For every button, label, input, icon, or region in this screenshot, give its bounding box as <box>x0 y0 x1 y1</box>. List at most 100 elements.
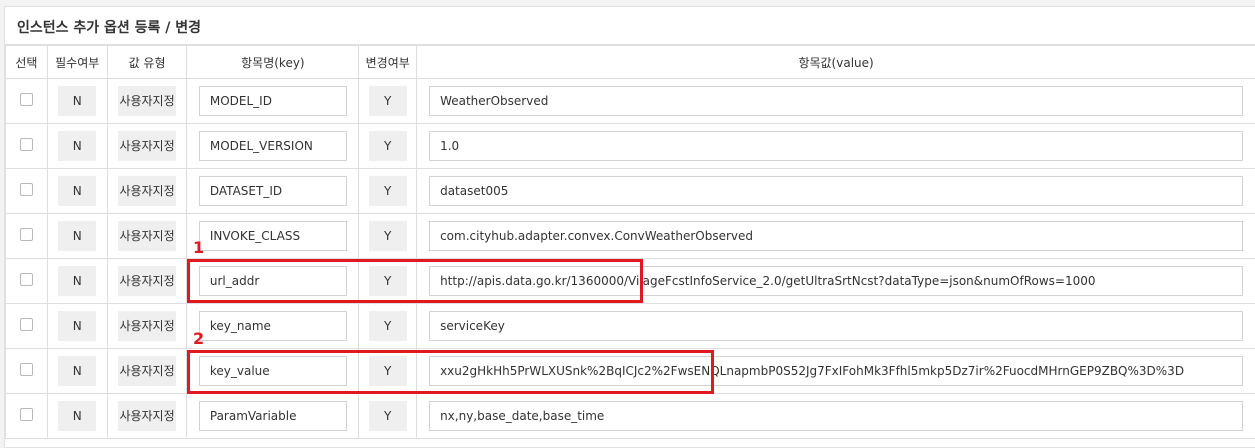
changed-cell: Y <box>359 169 417 214</box>
required-badge: N <box>58 356 96 386</box>
required-badge: N <box>58 131 96 161</box>
value-type-cell: 사용자지정 <box>107 304 187 349</box>
value-type-badge: 사용자지정 <box>118 356 176 386</box>
col-header-key: 항목명(key) <box>187 46 359 79</box>
key-cell: MODEL_ID <box>187 79 359 124</box>
options-panel: 인스턴스 추가 옵션 등록 / 변경 선택 필수여부 값 유형 항목명(key)… <box>4 6 1255 448</box>
required-cell: N <box>47 169 107 214</box>
value-input[interactable]: WeatherObserved <box>429 86 1243 116</box>
changed-badge: Y <box>369 356 407 386</box>
changed-badge: Y <box>369 266 407 296</box>
row-checkbox[interactable] <box>20 138 33 151</box>
row-checkbox[interactable] <box>20 93 33 106</box>
key-cell: url_addr <box>187 259 359 304</box>
value-type-badge: 사용자지정 <box>118 131 176 161</box>
select-cell <box>6 169 48 214</box>
table-header-row: 선택 필수여부 값 유형 항목명(key) 변경여부 항목값(value) <box>6 46 1255 79</box>
value-type-cell: 사용자지정 <box>107 214 187 259</box>
key-cell: INVOKE_CLASS <box>187 214 359 259</box>
table-row: N 사용자지정 DATASET_ID Y dataset005 <box>6 169 1255 214</box>
required-badge: N <box>58 401 96 431</box>
table-row: N 사용자지정 key_value Yxxu2gHkHh5PrWLXUSnk%2BqI… <box>6 349 1255 394</box>
select-cell <box>6 124 48 169</box>
required-cell: N <box>47 304 107 349</box>
required-cell: N <box>47 124 107 169</box>
required-badge: N <box>58 311 96 341</box>
value-cell: xxu2gHkHh5PrWLXUSnk%2BqICJc2%2FwsENQLnap… <box>417 349 1255 394</box>
changed-cell: Y <box>359 124 417 169</box>
value-input[interactable]: xxu2gHkHh5PrWLXUSnk%2BqICJc2%2FwsENQLnap… <box>429 356 1243 386</box>
changed-cell: Y <box>359 304 417 349</box>
value-type-badge: 사용자지정 <box>118 401 176 431</box>
table-row: N 사용자지정 url_addr Yhttp://apis.data.go.kr/13… <box>6 259 1255 304</box>
select-cell <box>6 349 48 394</box>
col-header-value-type: 값 유형 <box>107 46 187 79</box>
panel-title: 인스턴스 추가 옵션 등록 / 변경 <box>17 17 201 37</box>
changed-badge: Y <box>369 401 407 431</box>
value-type-badge: 사용자지정 <box>118 311 176 341</box>
row-checkbox[interactable] <box>20 363 33 376</box>
value-input[interactable]: com.cityhub.adapter.convex.ConvWeatherOb… <box>429 221 1243 251</box>
row-checkbox[interactable] <box>20 273 33 286</box>
select-cell <box>6 259 48 304</box>
value-cell: 1.0 <box>417 124 1255 169</box>
row-checkbox[interactable] <box>20 228 33 241</box>
key-cell: key_value <box>187 349 359 394</box>
changed-cell: Y <box>359 79 417 124</box>
value-type-cell: 사용자지정 <box>107 169 187 214</box>
key-cell: MODEL_VERSION <box>187 124 359 169</box>
key-input[interactable]: MODEL_ID <box>199 86 347 116</box>
value-type-badge: 사용자지정 <box>118 176 176 206</box>
required-badge: N <box>58 266 96 296</box>
value-cell: nx,ny,base_date,base_time <box>417 394 1255 439</box>
annotation-label-1: 1 <box>193 238 204 257</box>
changed-badge: Y <box>369 131 407 161</box>
key-cell: key_name <box>187 304 359 349</box>
value-input[interactable]: serviceKey <box>429 311 1243 341</box>
required-cell: N <box>47 349 107 394</box>
required-badge: N <box>58 176 96 206</box>
table-row: N 사용자지정 MODEL_VERSION Y 1.0 <box>6 124 1255 169</box>
annotation-label-2: 2 <box>193 329 204 348</box>
col-header-changed: 변경여부 <box>359 46 417 79</box>
changed-badge: Y <box>369 311 407 341</box>
select-cell <box>6 79 48 124</box>
changed-badge: Y <box>369 176 407 206</box>
key-input[interactable]: url_addr <box>199 266 347 296</box>
select-cell <box>6 304 48 349</box>
required-cell: N <box>47 79 107 124</box>
changed-badge: Y <box>369 86 407 116</box>
col-header-required: 필수여부 <box>47 46 107 79</box>
row-checkbox[interactable] <box>20 318 33 331</box>
changed-cell: Y <box>359 394 417 439</box>
value-input[interactable]: 1.0 <box>429 131 1243 161</box>
value-type-badge: 사용자지정 <box>118 86 176 116</box>
key-input[interactable]: DATASET_ID <box>199 176 347 206</box>
required-badge: N <box>58 86 96 116</box>
key-input[interactable]: key_name <box>199 311 347 341</box>
key-input[interactable]: MODEL_VERSION <box>199 131 347 161</box>
key-input[interactable]: ParamVariable <box>199 401 347 431</box>
changed-cell: Y <box>359 259 417 304</box>
required-cell: N <box>47 394 107 439</box>
changed-cell: Y <box>359 214 417 259</box>
value-type-cell: 사용자지정 <box>107 124 187 169</box>
value-type-cell: 사용자지정 <box>107 349 187 394</box>
col-header-select: 선택 <box>6 46 48 79</box>
value-input[interactable]: dataset005 <box>429 176 1243 206</box>
col-header-value: 항목값(value) <box>417 46 1255 79</box>
value-type-cell: 사용자지정 <box>107 394 187 439</box>
value-type-cell: 사용자지정 <box>107 259 187 304</box>
key-input[interactable]: INVOKE_CLASS <box>199 221 347 251</box>
value-cell: dataset005 <box>417 169 1255 214</box>
key-cell: DATASET_ID <box>187 169 359 214</box>
key-input[interactable]: key_value <box>199 356 347 386</box>
row-checkbox[interactable] <box>20 183 33 196</box>
value-cell: http://apis.data.go.kr/1360000/VilageFcs… <box>417 259 1255 304</box>
row-checkbox[interactable] <box>20 408 33 421</box>
table-row: N 사용자지정 MODEL_ID Y WeatherObserved <box>6 79 1255 124</box>
value-input[interactable]: nx,ny,base_date,base_time <box>429 401 1243 431</box>
select-cell <box>6 394 48 439</box>
required-cell: N <box>47 214 107 259</box>
value-input[interactable]: http://apis.data.go.kr/1360000/VilageFcs… <box>429 266 1243 296</box>
